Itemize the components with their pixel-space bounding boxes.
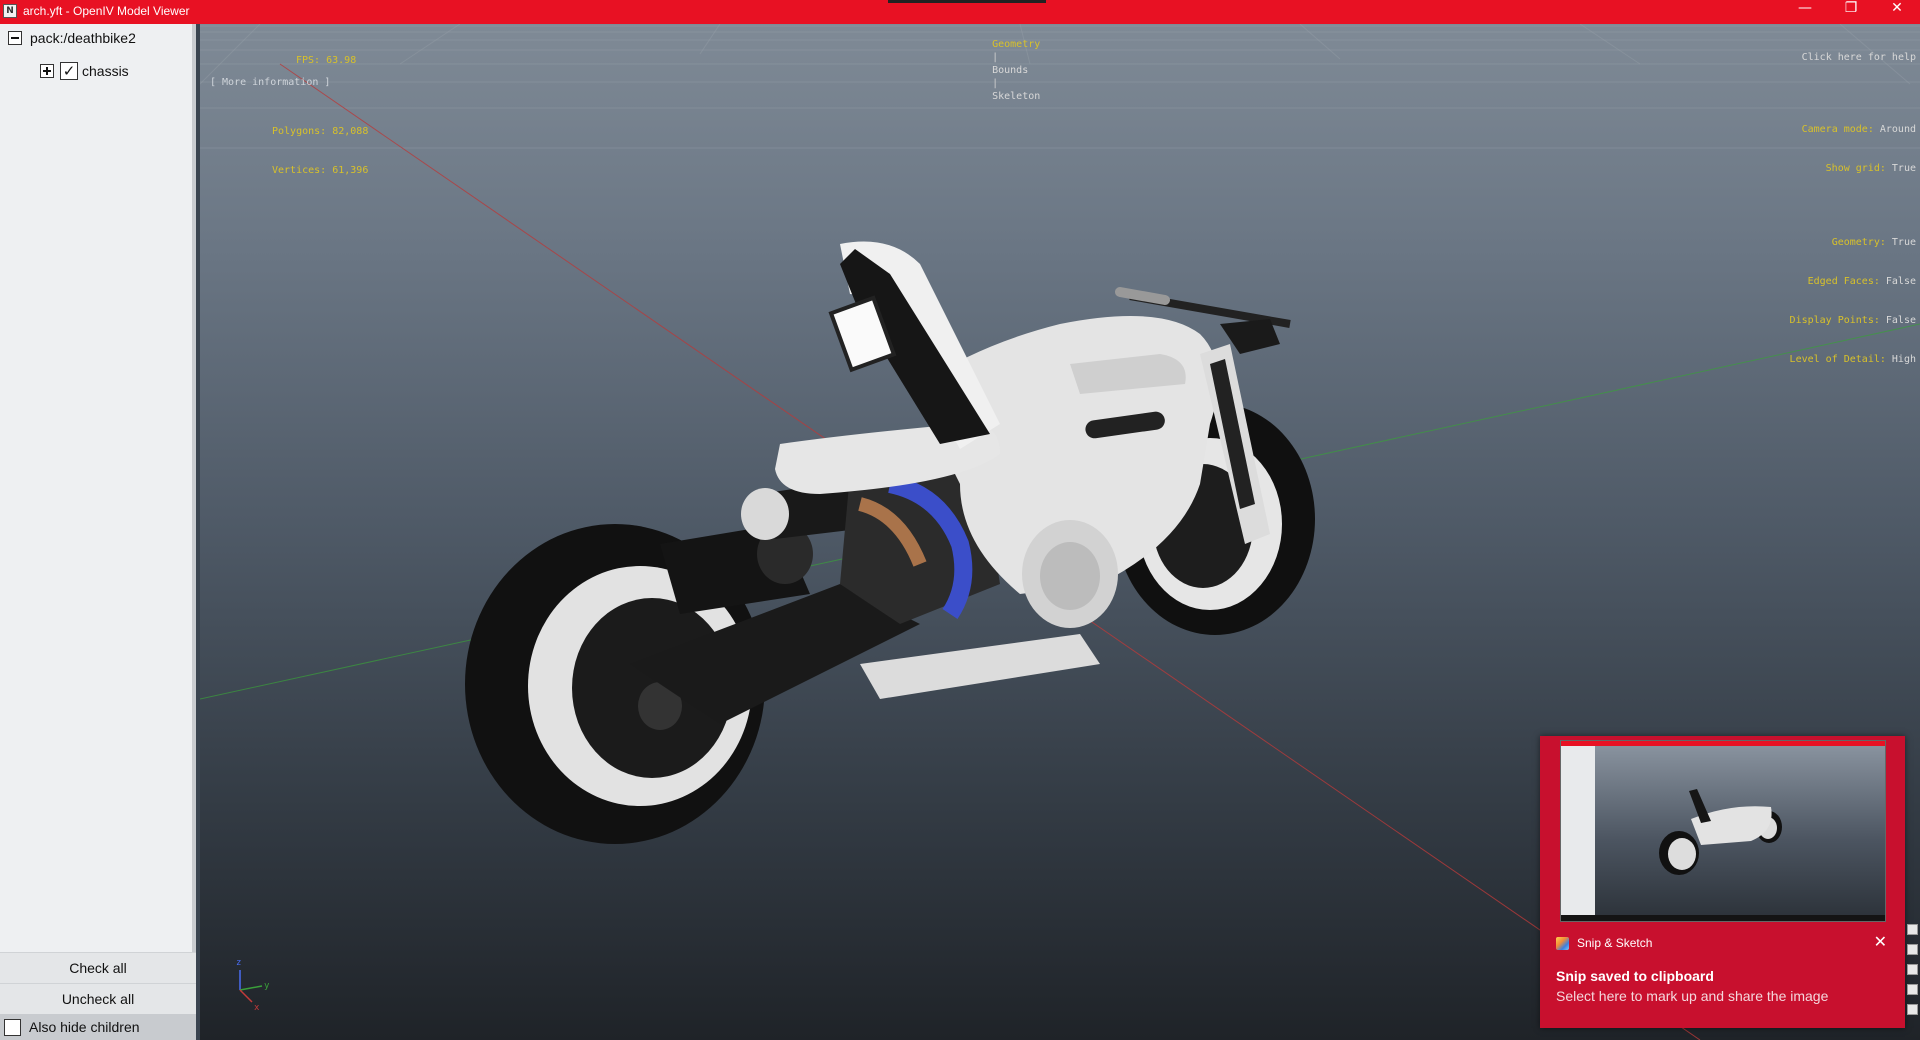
- right-edge-controls: [1905, 0, 1920, 1040]
- tree-node-chassis[interactable]: ✓ chassis: [40, 60, 129, 82]
- uncheck-all-button[interactable]: Uncheck all: [0, 983, 196, 1014]
- gizmo-y-label: y: [264, 981, 270, 991]
- snip-sketch-logo-icon: [1556, 936, 1569, 950]
- polygons-value: 82,088: [332, 126, 369, 137]
- edge-checkbox[interactable]: [1907, 984, 1918, 995]
- title-drag-indicator: [888, 0, 1046, 3]
- edge-checkbox[interactable]: [1907, 964, 1918, 975]
- restore-icon: ❐: [1844, 0, 1858, 16]
- window-titlebar[interactable]: N arch.yft - OpenIV Model Viewer — ❐ ✕: [0, 0, 1920, 24]
- also-hide-children-checkbox[interactable]: [4, 1018, 21, 1036]
- hud-stats: FPS: 63.98 Polygons: 82,088 Vertices: 61…: [272, 28, 368, 203]
- toast-app-name: Snip & Sketch: [1577, 936, 1653, 950]
- motorcycle-model: [465, 241, 1315, 844]
- more-information-link[interactable]: [ More information ]: [210, 76, 330, 89]
- tree-node-chassis-label: chassis: [82, 63, 129, 79]
- view-mode-switcher: Geometry | Bounds | Skeleton: [968, 25, 1040, 116]
- restore-button[interactable]: ❐: [1828, 0, 1874, 24]
- close-icon: ✕: [1891, 0, 1903, 16]
- snip-thumbnail[interactable]: [1560, 740, 1886, 922]
- edge-checkbox[interactable]: [1907, 924, 1918, 935]
- window-title: arch.yft - OpenIV Model Viewer: [23, 4, 190, 18]
- toast-headline: Snip saved to clipboard: [1556, 968, 1714, 984]
- geometry-label: Geometry:: [1831, 237, 1886, 248]
- display-points-label: Display Points:: [1789, 315, 1880, 326]
- tree-node-root-label: pack:/deathbike2: [30, 30, 136, 46]
- help-link[interactable]: Click here for help: [1802, 52, 1916, 63]
- view-mode-skeleton[interactable]: Skeleton: [992, 91, 1040, 102]
- gizmo-z-label: z: [236, 958, 241, 968]
- toast-close-icon[interactable]: ✕: [1874, 932, 1887, 951]
- view-mode-geometry[interactable]: Geometry: [992, 39, 1040, 50]
- hud-settings: Click here for help Camera mode: Around …: [1790, 25, 1916, 392]
- edged-faces-label: Edged Faces:: [1807, 276, 1880, 287]
- expand-toggle-icon[interactable]: [40, 64, 54, 78]
- view-mode-separator: |: [992, 78, 999, 89]
- also-hide-children-label: Also hide children: [29, 1019, 140, 1035]
- lod-label: Level of Detail:: [1789, 354, 1886, 365]
- camera-mode-label: Camera mode:: [1801, 124, 1874, 135]
- also-hide-children-option[interactable]: Also hide children: [0, 1014, 196, 1040]
- checkmark-icon: ✓: [62, 62, 76, 80]
- toast-subtext: Select here to mark up and share the ima…: [1556, 988, 1829, 1004]
- thumbnail-motorcycle: [1659, 789, 1782, 875]
- fps-value: 63.98: [326, 55, 357, 66]
- chassis-visibility-checkbox[interactable]: ✓: [60, 62, 78, 80]
- edge-checkbox[interactable]: [1907, 1004, 1918, 1015]
- polygons-label: Polygons:: [272, 126, 327, 137]
- ground-grid: [200, 24, 1920, 149]
- minimize-icon: —: [1798, 0, 1812, 16]
- collapse-toggle-icon[interactable]: [8, 31, 22, 45]
- openiv-app-icon: N: [3, 4, 17, 18]
- gizmo-x-label: x: [254, 1003, 260, 1013]
- minimize-button[interactable]: —: [1782, 0, 1828, 24]
- fps-label: FPS:: [296, 55, 321, 66]
- axis-gizmo: z y x: [236, 958, 270, 1013]
- show-grid-label: Show grid:: [1825, 163, 1886, 174]
- check-all-button[interactable]: Check all: [0, 952, 196, 983]
- snip-sketch-notification[interactable]: Snip & Sketch ✕ Snip saved to clipboard …: [1540, 736, 1905, 1028]
- vertices-label: Vertices:: [272, 165, 327, 176]
- toast-app-header: Snip & Sketch: [1556, 936, 1652, 950]
- vertices-value: 61,396: [332, 165, 369, 176]
- model-tree-panel: pack:/deathbike2 ✓ chassis Check all Unc…: [0, 24, 196, 1040]
- view-mode-bounds[interactable]: Bounds: [992, 65, 1028, 76]
- edge-checkbox[interactable]: [1907, 944, 1918, 955]
- tree-node-root[interactable]: pack:/deathbike2: [8, 27, 136, 49]
- view-mode-separator: |: [992, 52, 999, 63]
